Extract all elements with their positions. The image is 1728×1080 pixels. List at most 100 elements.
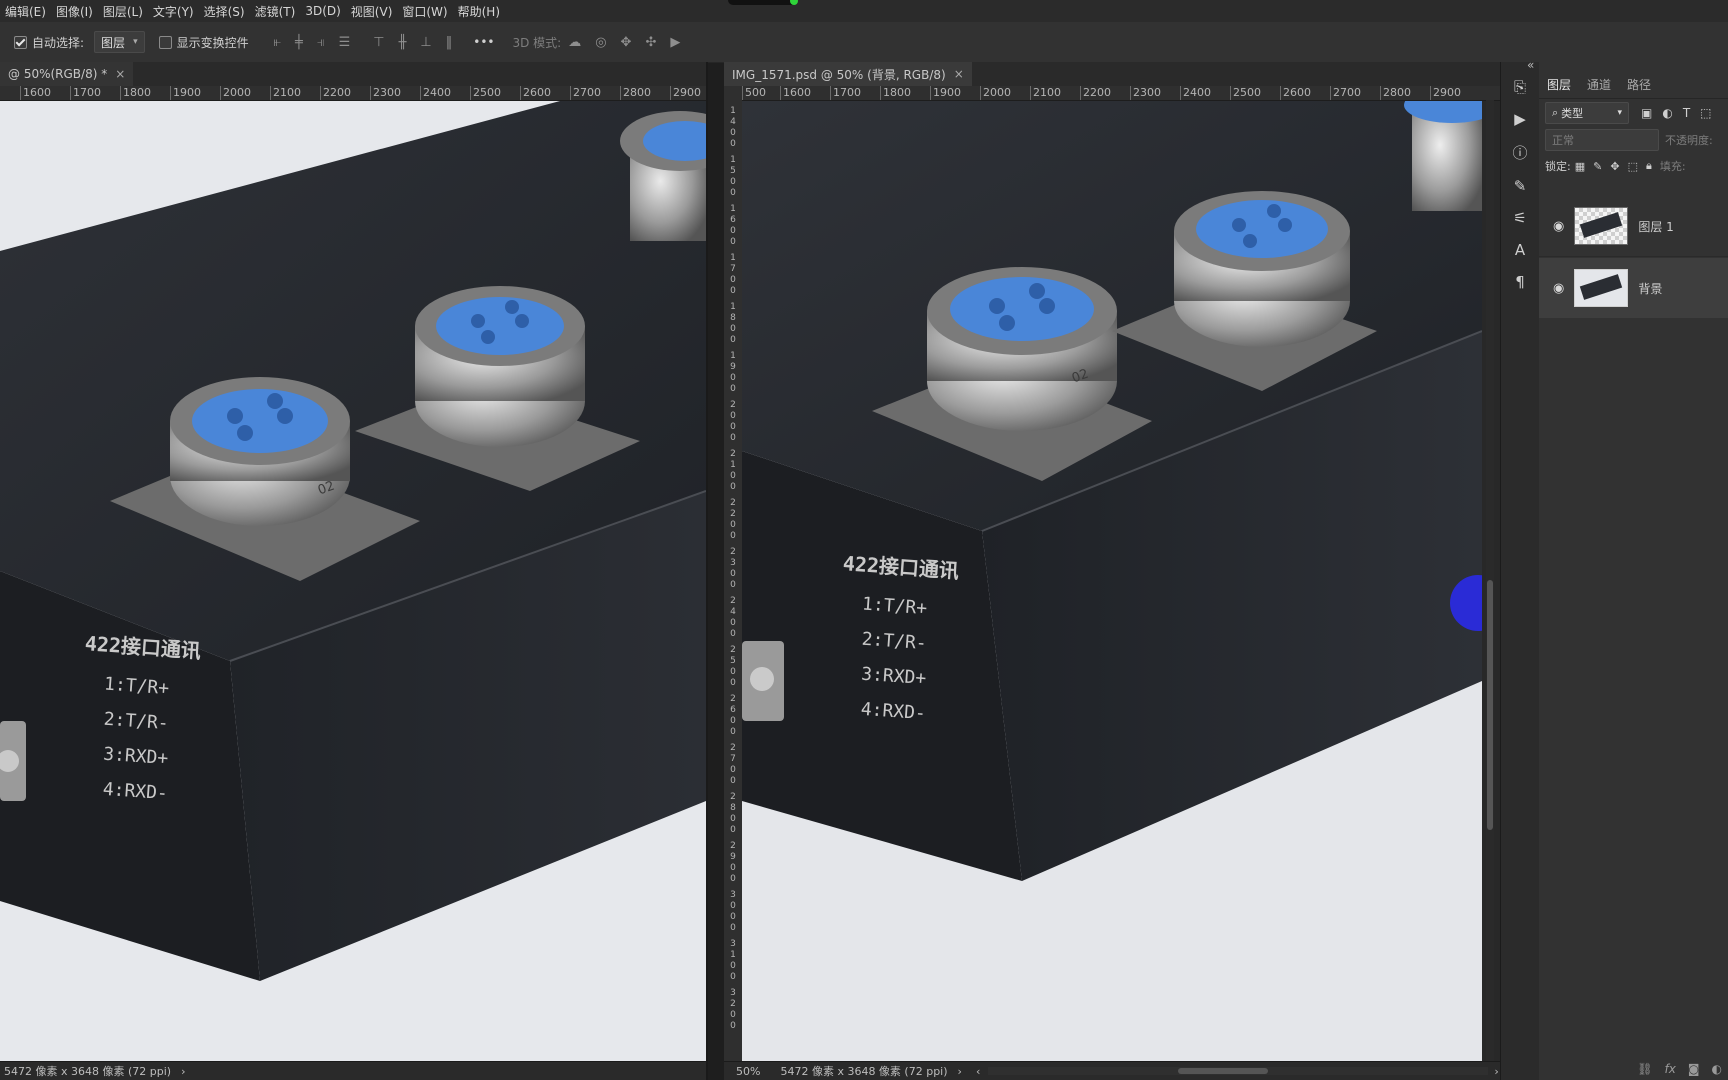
left-document-pane: @ 50%(RGB/8) * × 1600 1700 1800 1900 200… [0,62,708,1080]
vertical-ruler-digit: 0 [730,471,736,481]
vertical-ruler-digit: 7 [730,264,736,274]
menu-image[interactable]: 图像(I) [51,3,98,20]
status-arrow[interactable]: › [958,1065,962,1078]
actions-play-icon[interactable]: ▶ [1501,110,1539,128]
vertical-ruler-digit: 0 [730,667,736,677]
lock-all-icon[interactable]: 🔒︎ [1646,159,1652,173]
show-transform-checkbox[interactable] [158,35,172,49]
menu-3d[interactable]: 3D(D) [300,4,345,18]
adjustment-filter-icon[interactable]: ◐ [1662,106,1672,120]
right-connector-3 [1404,101,1482,211]
history-icon[interactable]: ⎘ [1501,78,1539,96]
horizontal-scrollbar[interactable] [988,1067,1489,1075]
layer-row[interactable]: ◉ 图层 1 [1539,196,1728,257]
lock-transparent-icon[interactable]: ▦ [1575,160,1585,173]
tab-right-document[interactable]: IMG_1571.psd @ 50% (背景, RGB/8) × [724,62,972,86]
info-icon[interactable]: ⓘ [1501,142,1539,163]
vertical-ruler-digit: 0 [730,629,736,639]
scrollbar-thumb[interactable] [1487,580,1493,830]
3d-slide-icon[interactable]: ✣ [645,35,656,50]
auto-select-label: 自动选择: [32,35,85,50]
zoom-level[interactable]: 50% [736,1065,760,1078]
character-icon[interactable]: A [1501,241,1539,259]
menu-filter[interactable]: 滤镜(T) [250,3,301,20]
3d-camera-icon[interactable]: ▶ [670,35,680,50]
menu-layer[interactable]: 图层(L) [98,3,148,20]
fx-icon[interactable]: fx [1665,1062,1676,1076]
3d-orbit-icon[interactable]: ☁ [568,35,581,50]
vertical-ruler-digit: 0 [730,275,736,285]
align-middle-icon[interactable]: ╫ [399,35,407,50]
collapse-panels-icon[interactable]: « [1527,58,1534,72]
vertical-ruler-digit: 5 [730,656,736,666]
lock-position-icon[interactable]: ✥ [1610,160,1619,173]
paragraph-icon[interactable]: ¶ [1501,273,1539,291]
vertical-ruler-digit: 0 [730,863,736,873]
vertical-scrollbar[interactable] [1486,100,1494,1062]
ruler-label: 2000 [220,86,251,100]
vertical-ruler-digit: 0 [730,678,736,688]
vertical-ruler-digit: 0 [730,128,736,138]
vertical-ruler-digit: 0 [730,765,736,775]
align-right-icon[interactable]: ⫣ [317,35,325,50]
mask-icon[interactable]: ◙ [1688,1062,1700,1076]
left-canvas[interactable]: 422接口通讯 1:T/R+ 2:T/R- 3:RXD+ 4:RXD- 02 [0,101,706,1061]
lock-artboard-icon[interactable]: ⬚ [1628,160,1638,173]
align-left-icon[interactable]: ⫦ [274,35,281,50]
ruler-label: 2500 [1230,86,1261,100]
tab-left-document[interactable]: @ 50%(RGB/8) * × [0,62,134,86]
options-bar: 自动选择: 图层 ▾ 显示变换控件 ⫦ ╪ ⫣ ☰ ⊤ ╫ ⊥ ‖ ••• 3D… [0,22,1728,63]
menu-select[interactable]: 选择(S) [199,3,250,20]
align-top-icon[interactable]: ⊤ [373,35,384,50]
more-options-button[interactable]: ••• [473,35,494,49]
scroll-left-arrow[interactable]: ‹ [976,1065,980,1078]
vertical-ruler-digit: 2 [730,645,736,655]
layer-name[interactable]: 图层 1 [1638,218,1673,235]
link-icon[interactable]: ⛓ [1637,1062,1652,1076]
align-center-icon[interactable]: ╪ [295,35,303,50]
vertical-ruler-digit: 2 [730,498,736,508]
vertical-ruler-digit: 0 [730,727,736,737]
menu-edit[interactable]: 编辑(E) [0,3,51,20]
blend-mode-dropdown[interactable]: 正常 [1545,129,1659,151]
menu-type[interactable]: 文字(Y) [148,3,199,20]
tab-paths[interactable]: 路径 [1619,76,1659,93]
vertical-ruler-digit: 0 [730,324,736,334]
vertical-ruler-digit: 0 [730,901,736,911]
3d-roll-icon[interactable]: ◎ [595,35,606,50]
align-bottom-icon[interactable]: ⊥ [420,35,431,50]
visibility-eye-icon[interactable]: ◉ [1553,219,1564,234]
tab-layers[interactable]: 图层 [1539,76,1579,93]
vertical-ruler-digit: 0 [730,373,736,383]
status-arrow[interactable]: › [181,1065,185,1078]
type-filter-icon[interactable]: T [1683,106,1690,120]
left-product-image [0,101,706,1061]
auto-select-dropdown[interactable]: 图层 ▾ [94,31,145,53]
distribute-icon[interactable]: ☰ [339,35,351,50]
layer-row-selected[interactable]: ◉ 背景 [1539,258,1728,318]
scroll-right-arrow[interactable]: › [1494,1065,1498,1078]
brush-settings-icon[interactable]: ✎ [1501,177,1539,195]
auto-select-checkbox[interactable] [14,35,27,49]
menu-help[interactable]: 帮助(H) [453,3,505,20]
layer-name[interactable]: 背景 [1638,280,1662,297]
visibility-eye-icon[interactable]: ◉ [1553,281,1564,296]
right-canvas[interactable]: 422接口通讯 1:T/R+ 2:T/R- 3:RXD+ 4:RXD- 02 ➤ [742,101,1482,1062]
menu-view[interactable]: 视图(V) [346,3,398,20]
pixel-filter-icon[interactable]: ▣ [1641,106,1652,120]
layer-filter-dropdown[interactable]: ⌕ 类型 ▾ [1545,102,1629,124]
adjustments-icon[interactable]: ⚟ [1501,209,1539,227]
adjustment-icon[interactable]: ◐ [1712,1062,1722,1076]
vertical-ruler-digit: 4 [730,117,736,127]
lock-label: 锁定: [1545,160,1571,173]
3d-pan-icon[interactable]: ✥ [621,35,632,50]
hscroll-thumb[interactable] [1178,1068,1269,1074]
lock-image-icon[interactable]: ✎ [1593,160,1602,173]
close-icon[interactable]: × [115,67,125,81]
distribute-vertical-icon[interactable]: ‖ [446,35,453,50]
shape-filter-icon[interactable]: ⬚ [1700,106,1711,120]
chevron-down-icon: ▾ [133,37,138,47]
tab-channels[interactable]: 通道 [1579,76,1619,93]
close-icon[interactable]: × [954,67,964,81]
menu-window[interactable]: 窗口(W) [397,3,452,20]
